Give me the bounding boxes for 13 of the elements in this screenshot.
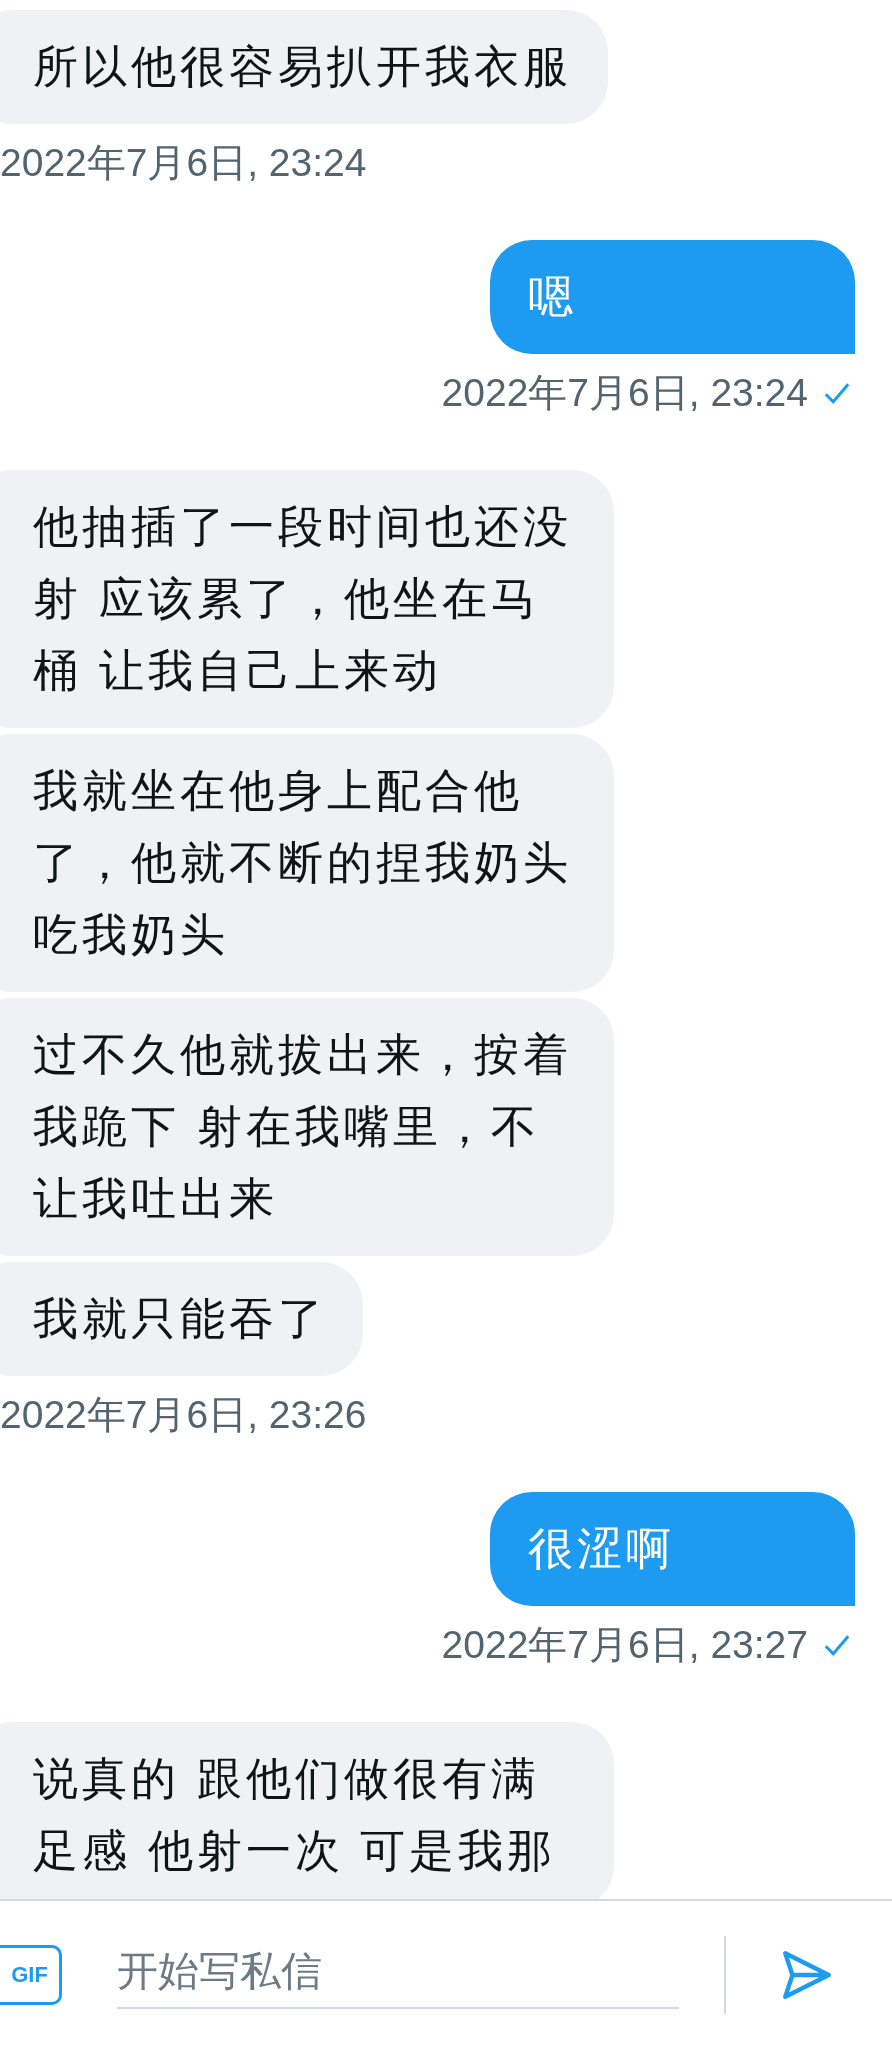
message-bubble: 嗯 — [490, 240, 855, 354]
timestamp: 2022年7月6日, 23:24 — [441, 370, 808, 416]
message-bubble: 我就坐在他身上配合他了，他就不断的捏我奶头吃我奶头 — [0, 734, 614, 992]
message-bubble: 所以他很容易扒开我衣服 — [0, 10, 608, 124]
message-bubble: 他抽插了一段时间也还没射 应该累了，他坐在马桶 让我自己上来动 — [0, 470, 614, 728]
message-bubble: 说真的 跟他们做很有满足感 他射一次 可是我那 — [0, 1722, 614, 1899]
message-bubble: 很涩啊 — [490, 1492, 855, 1606]
timestamp: 2022年7月6日, 23:27 — [441, 1622, 808, 1668]
message-bubble: 我就只能吞了 — [0, 1262, 363, 1376]
timestamp: 2022年7月6日, 23:24 — [0, 140, 367, 186]
gif-button[interactable]: GIF — [0, 1944, 62, 2005]
message-bubble: 过不久他就拔出来，按着我跪下 射在我嘴里，不让我吐出来 — [0, 998, 614, 1256]
timestamp: 2022年7月6日, 23:26 — [0, 1392, 367, 1438]
